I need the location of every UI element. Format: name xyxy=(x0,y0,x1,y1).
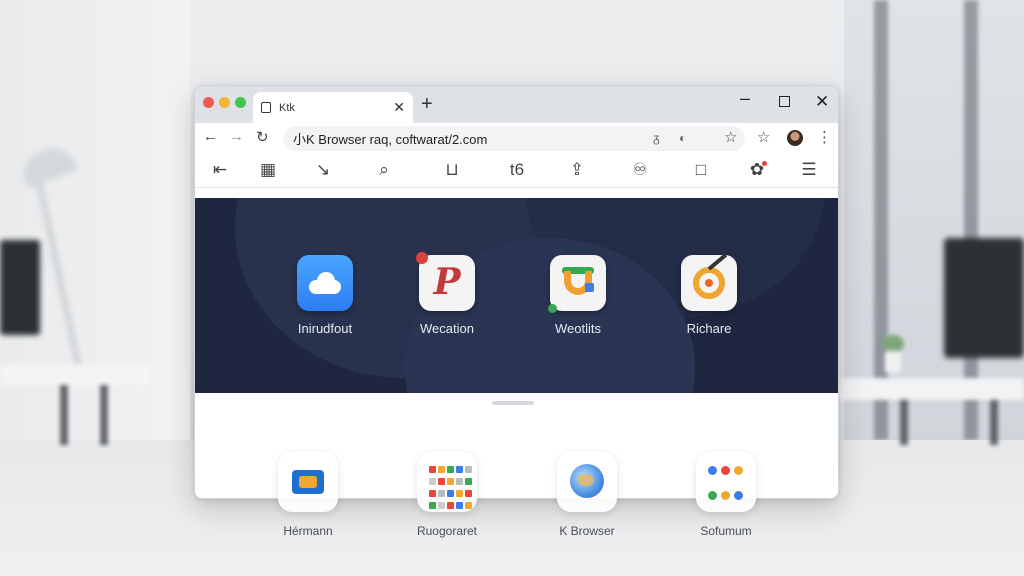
book-icon[interactable]: □ xyxy=(690,160,712,180)
text-icon[interactable]: t6 xyxy=(506,160,528,180)
app-shortcut[interactable]: Inirudfout xyxy=(270,255,380,336)
target-logo-icon xyxy=(681,253,737,311)
forward-icon[interactable]: → xyxy=(229,128,244,145)
u-logo-icon xyxy=(548,255,606,313)
drag-handle[interactable] xyxy=(492,401,534,405)
window-minimize-icon[interactable]: – xyxy=(740,88,750,109)
globe-icon xyxy=(557,452,617,512)
dock-label: Sofumum xyxy=(700,524,752,538)
minimize-dot-icon[interactable] xyxy=(219,97,230,108)
back-arrow-icon[interactable]: ⇤ xyxy=(209,160,231,180)
grid-icon[interactable]: ▦ xyxy=(257,160,279,180)
back-icon[interactable]: ← xyxy=(203,128,218,145)
app-shortcut[interactable]: Richare xyxy=(654,253,764,336)
search-icon[interactable]: ⌕ xyxy=(373,160,395,180)
dock-item[interactable]: Sofumum xyxy=(676,452,776,538)
url-text: 小K Browser raq, coftwarat/2.com xyxy=(293,132,488,147)
close-dot-icon[interactable] xyxy=(203,97,214,108)
translate-icon[interactable]: ᵹ ◐ xyxy=(653,131,694,145)
dock-item[interactable]: Ruogoraret xyxy=(397,452,497,538)
url-field[interactable]: 小K Browser raq, coftwarat/2.com ᵹ ◐ xyxy=(283,126,745,151)
app-shortcut[interactable]: Weotlits xyxy=(523,255,633,336)
app-shortcut[interactable]: P Wecation xyxy=(392,252,502,336)
tab-close-icon[interactable]: ✕ xyxy=(393,99,405,116)
desk-leg xyxy=(900,400,908,445)
background-desk xyxy=(834,378,1024,400)
dock-label: Hérmann xyxy=(283,524,333,538)
avatar[interactable] xyxy=(787,130,803,146)
photo-icon xyxy=(278,452,338,512)
tab-title: Ktk xyxy=(279,101,295,114)
window-maximize-icon[interactable] xyxy=(779,96,790,107)
background-monitor xyxy=(944,238,1024,358)
background-monitor xyxy=(0,240,40,335)
window-close-icon[interactable]: ✕ xyxy=(815,92,829,112)
browser-window: Ktk ✕ + – ✕ ← → ↻ 小K Browser raq, coftwa… xyxy=(194,85,839,499)
background-plant xyxy=(880,335,906,375)
reload-icon[interactable]: ↻ xyxy=(256,128,269,146)
desk-leg xyxy=(100,385,108,445)
bookmark-star-icon[interactable]: ☆ xyxy=(757,128,770,146)
desk-leg xyxy=(990,400,998,445)
background-window xyxy=(844,0,1024,440)
new-tab-hero: Inirudfout P Wecation Weotlits Richare xyxy=(195,198,838,393)
kebab-menu-icon[interactable]: ⋮ xyxy=(817,128,832,146)
dock-item[interactable]: Hérmann xyxy=(258,452,358,538)
tab-favicon-icon xyxy=(261,102,271,113)
dock-item[interactable]: K Browser xyxy=(537,452,637,538)
cloud-icon xyxy=(297,255,353,311)
star-icon[interactable]: ☆ xyxy=(724,128,737,146)
dots-grid-icon xyxy=(696,452,756,512)
app-label: Wecation xyxy=(420,321,474,336)
extension-icon[interactable]: ✿ xyxy=(746,160,768,180)
new-tab-button[interactable]: + xyxy=(421,93,433,116)
share-icon[interactable]: ⇪ xyxy=(566,160,588,180)
sync-icon[interactable]: ♾ xyxy=(629,160,651,180)
color-grid-icon xyxy=(417,452,477,512)
pen-icon[interactable]: ↘ xyxy=(312,160,334,180)
desk-leg xyxy=(60,385,68,445)
background-desk xyxy=(0,365,150,385)
title-bar: Ktk ✕ + – ✕ xyxy=(195,86,838,123)
app-label: Richare xyxy=(686,321,732,336)
bookmark-u-icon[interactable]: ⊔ xyxy=(441,160,463,180)
secondary-toolbar: ⇤ ▦ ↘ ⌕ ⊔ t6 ⇪ ♾ □ ✿ ☰ xyxy=(195,153,838,188)
tab-active[interactable]: Ktk ✕ xyxy=(253,92,413,123)
app-label: Weotlits xyxy=(555,321,601,336)
dock-label: K Browser xyxy=(559,524,615,538)
app-label: Inirudfout xyxy=(297,321,353,336)
address-bar: ← → ↻ 小K Browser raq, coftwarat/2.com ᵹ … xyxy=(195,123,838,153)
p-logo-icon: P xyxy=(416,252,475,311)
dock-label: Ruogoraret xyxy=(416,524,478,538)
menu-icon[interactable]: ☰ xyxy=(798,160,820,180)
zoom-dot-icon[interactable] xyxy=(235,97,246,108)
window-mullion xyxy=(964,0,978,440)
